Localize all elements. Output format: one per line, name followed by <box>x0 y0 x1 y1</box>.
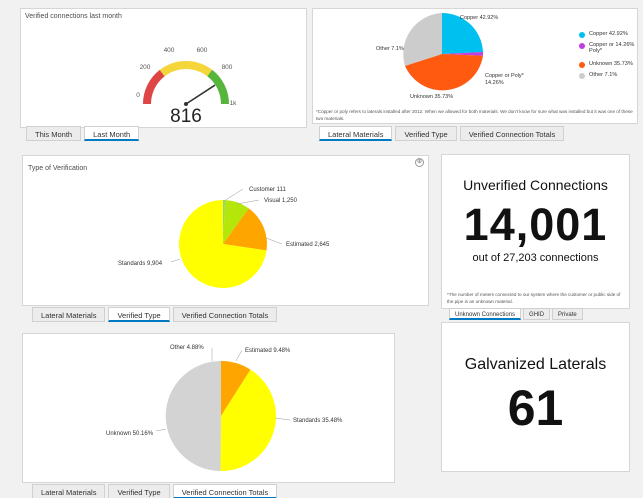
pie-label-copper-or-poly: Copper or Poly* <box>485 73 525 79</box>
totals-panel: Other 4.88% Estimated 9.48% Standards 35… <box>22 333 395 483</box>
pie-label-standards: Standards 35.48% <box>293 418 343 424</box>
tab-verified-type-3[interactable]: Verified Type <box>108 484 170 498</box>
unverified-footnote: *The number of meters connected to our s… <box>447 292 621 304</box>
leader-standards <box>170 258 181 263</box>
galvanized-panel: Galvanized Laterals 61 <box>441 322 630 472</box>
pie-label-estimated: Estimated 9.48% <box>245 348 291 354</box>
tab-last-month[interactable]: Last Month <box>84 126 140 141</box>
legend-text-copper-or-poly: Copper or 14.26% Poly* <box>589 42 634 54</box>
legend-item-other: Other 7.1% <box>579 72 617 79</box>
tab-this-month[interactable]: This Month <box>26 126 82 141</box>
legend-label-copper: Copper 42.92% <box>589 31 628 37</box>
gauge-needle <box>185 84 216 105</box>
unverified-tabs: Unknown Connections GHID Private <box>449 308 585 320</box>
verification-panel: Type of Verification ⊕ Customer 111 Visu… <box>22 155 429 306</box>
gauge-tick-200: 200 <box>140 64 151 71</box>
gauge-tick-600: 600 <box>197 47 208 54</box>
leader-estimated <box>265 237 283 245</box>
legend-label-other: Other 7.1% <box>589 72 618 78</box>
unverified-panel: Unverified Connections 14,001 out of 27,… <box>441 154 630 309</box>
materials-panel: Copper 42.92% Copper or Poly* 14.26% Unk… <box>312 8 638 124</box>
gauge-tabs: This Month Last Month <box>26 126 142 141</box>
pie-label-customer: Customer 111 <box>249 187 286 193</box>
pie-label-standards: Standards 9,904 <box>118 261 163 267</box>
legend-item-copper-or-poly: Copper or 14.26% Poly* <box>579 42 634 54</box>
gauge-value: 816 <box>170 106 202 127</box>
leader-unknown <box>155 428 167 432</box>
galvanized-title: Galvanized Laterals <box>464 356 607 373</box>
legend-label-copper-or-poly-line2: Poly* <box>589 48 603 54</box>
unverified-subtitle: out of 27,203 connections <box>472 252 599 264</box>
totals-pie-chart: Other 4.88% Estimated 9.48% Standards 35… <box>106 345 343 472</box>
pie-label-other: Other 7.1% <box>376 46 404 52</box>
pie-label-copper-or-poly-pct: 14.26% <box>485 80 504 86</box>
leader-standards <box>274 417 291 421</box>
tab-lateral-materials-2[interactable]: Lateral Materials <box>32 307 106 322</box>
tab-verified-type[interactable]: Verified Type <box>395 126 457 141</box>
legend-item-unknown: Unknown 35.73% <box>579 61 633 68</box>
galvanized-value: 61 <box>507 380 564 436</box>
gauge-panel: Verified connections last month 0 200 40… <box>20 8 307 128</box>
verification-tabs: Lateral Materials Verified Type Verified… <box>32 307 280 322</box>
gauge-chart: 0 200 400 600 800 1k 816 <box>136 47 238 127</box>
tab-lateral-materials-3[interactable]: Lateral Materials <box>32 484 106 498</box>
gauge-band-green <box>207 69 229 105</box>
tab-private[interactable]: Private <box>552 308 583 320</box>
leader-visual <box>236 199 260 205</box>
legend-swatch-copper <box>579 31 585 38</box>
materials-tabs: Lateral Materials Verified Type Verified… <box>319 126 567 141</box>
tab-lateral-materials[interactable]: Lateral Materials <box>319 126 393 141</box>
pie-label-other: Other 4.88% <box>170 345 204 351</box>
pie-label-unknown: Unknown 50.16% <box>106 431 154 437</box>
gauge-tick-1k: 1k <box>230 100 238 107</box>
leader-estimated <box>235 349 243 362</box>
pie-label-copper: Copper 42.92% <box>460 15 498 21</box>
legend-swatch-other <box>579 72 585 79</box>
gauge-tick-400: 400 <box>164 47 175 54</box>
unverified-title: Unverified Connections <box>463 177 608 193</box>
slice-unknown <box>165 360 221 471</box>
unverified-value: 14,001 <box>463 199 608 250</box>
legend-swatch-copper-or-poly <box>579 42 585 49</box>
gauge-tick-0: 0 <box>136 92 140 99</box>
pie-label-estimated: Estimated 2,645 <box>286 242 330 248</box>
legend-item-copper: Copper 42.92% <box>579 31 628 38</box>
pie-label-unknown: Unknown 35.73% <box>410 94 453 100</box>
materials-footnote: *Copper or poly refers to laterals insta… <box>316 109 633 121</box>
pie-label-visual: Visual 1,250 <box>264 198 298 204</box>
tab-ghid[interactable]: GHID <box>523 308 551 320</box>
tab-verified-connection-totals-3[interactable]: Verified Connection Totals <box>172 484 278 498</box>
tab-verified-type-2[interactable]: Verified Type <box>108 307 170 322</box>
tab-verified-connection-totals-2[interactable]: Verified Connection Totals <box>172 307 278 322</box>
legend-label-unknown: Unknown 35.73% <box>589 61 633 67</box>
leader-customer <box>223 188 244 202</box>
gauge-band-red <box>143 69 165 105</box>
totals-tabs: Lateral Materials Verified Type Verified… <box>32 484 280 498</box>
gauge-tick-800: 800 <box>222 64 233 71</box>
gauge-band-yellow <box>159 61 213 77</box>
legend-swatch-unknown <box>579 61 585 68</box>
tab-verified-connection-totals[interactable]: Verified Connection Totals <box>459 126 565 141</box>
verification-pie-chart: Customer 111 Visual 1,250 Estimated 2,64… <box>118 187 330 288</box>
tab-unknown-connections[interactable]: Unknown Connections <box>449 308 522 320</box>
